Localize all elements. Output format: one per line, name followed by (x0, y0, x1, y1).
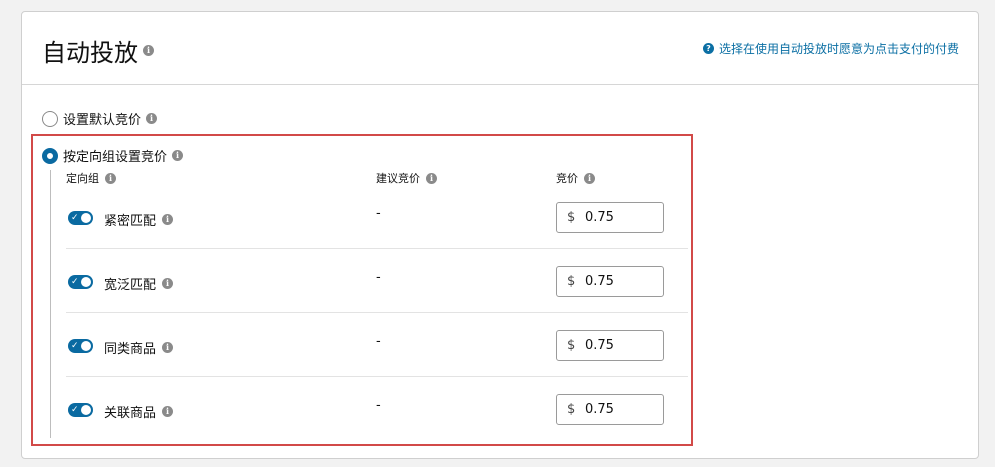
bid-value[interactable]: 0.75 (585, 210, 614, 225)
row-name-text: 宽泛匹配 (104, 278, 157, 293)
radio-button-unchecked[interactable] (42, 110, 58, 127)
targeting-group-name: 宽泛匹配 i (104, 274, 174, 293)
row-name-text: 关联商品 (104, 406, 157, 421)
check-icon: ✓ (71, 213, 79, 223)
targeting-group-name: 紧密匹配 i (104, 210, 174, 229)
column-header-group-text: 定向组 (66, 172, 99, 185)
check-icon: ✓ (71, 341, 79, 351)
table-row: ✓ 宽泛匹配 i - $0.75 (66, 249, 688, 313)
help-link-text: 选择在使用自动投放时愿意为点击支付的付费 (718, 42, 959, 56)
row-name-text: 紧密匹配 (104, 214, 157, 229)
table-row: ✓ 同类商品 i - $0.75 (66, 313, 688, 377)
default-bid-label: 设置默认竞价 (63, 113, 142, 128)
table-row: ✓ 关联商品 i - $0.75 (66, 377, 688, 441)
check-icon: ✓ (71, 277, 79, 287)
bid-value[interactable]: 0.75 (585, 402, 614, 417)
toggle-switch[interactable]: ✓ (68, 339, 93, 353)
toggle-switch[interactable]: ✓ (68, 275, 93, 289)
bid-value[interactable]: 0.75 (585, 274, 614, 289)
check-icon: ✓ (71, 405, 79, 415)
column-header-suggested-text: 建议竞价 (376, 172, 420, 185)
column-header-bid-text: 竞价 (556, 172, 578, 185)
currency-symbol: $ (567, 338, 576, 353)
table-row: ✓ 紧密匹配 i - $0.75 (66, 185, 688, 249)
info-icon[interactable]: i (162, 406, 174, 417)
targeting-bid-label: 按定向组设置竞价 (63, 150, 168, 165)
suggested-bid: - (376, 398, 381, 413)
bid-input[interactable]: $0.75 (556, 266, 664, 297)
info-icon[interactable]: i (426, 172, 437, 184)
column-header-group: 定向组 i (66, 170, 116, 186)
radio-button-checked[interactable] (42, 147, 58, 164)
column-header-suggested: 建议竞价 i (376, 170, 437, 186)
bid-input[interactable]: $0.75 (556, 394, 664, 425)
currency-symbol: $ (567, 274, 576, 289)
row-name-text: 同类商品 (104, 342, 157, 357)
info-icon[interactable]: i (146, 113, 158, 124)
tree-line (50, 170, 51, 438)
bid-input[interactable]: $0.75 (556, 202, 664, 233)
targeting-group-name: 同类商品 i (104, 338, 174, 357)
suggested-bid: - (376, 206, 381, 221)
card-header: 自动投放 i ? 选择在使用自动投放时愿意为点击支付的付费 (22, 12, 978, 85)
question-circle-icon: ? (702, 43, 714, 54)
page-title-text: 自动投放 (42, 39, 138, 67)
bid-input[interactable]: $0.75 (556, 330, 664, 361)
info-icon[interactable]: i (162, 278, 174, 289)
page-title: 自动投放 i (42, 33, 154, 68)
currency-symbol: $ (567, 210, 576, 225)
info-icon[interactable]: i (105, 172, 116, 184)
column-header-bid: 竞价 i (556, 170, 595, 186)
auto-targeting-card: 自动投放 i ? 选择在使用自动投放时愿意为点击支付的付费 设置默认竞价 i 按… (21, 11, 979, 459)
toggle-switch[interactable]: ✓ (68, 403, 93, 417)
suggested-bid: - (376, 334, 381, 349)
bid-value[interactable]: 0.75 (585, 338, 614, 353)
radio-targeting-bid[interactable]: 按定向组设置竞价 i (42, 146, 184, 165)
info-icon[interactable]: i (162, 342, 174, 353)
currency-symbol: $ (567, 402, 576, 417)
info-icon[interactable]: i (172, 150, 184, 161)
info-icon[interactable]: i (143, 45, 154, 56)
targeting-group-name: 关联商品 i (104, 402, 174, 421)
toggle-switch[interactable]: ✓ (68, 211, 93, 225)
help-link[interactable]: ? 选择在使用自动投放时愿意为点击支付的付费 (702, 40, 959, 57)
radio-default-bid[interactable]: 设置默认竞价 i (42, 109, 158, 128)
info-icon[interactable]: i (162, 214, 174, 225)
suggested-bid: - (376, 270, 381, 285)
info-icon[interactable]: i (584, 172, 595, 184)
